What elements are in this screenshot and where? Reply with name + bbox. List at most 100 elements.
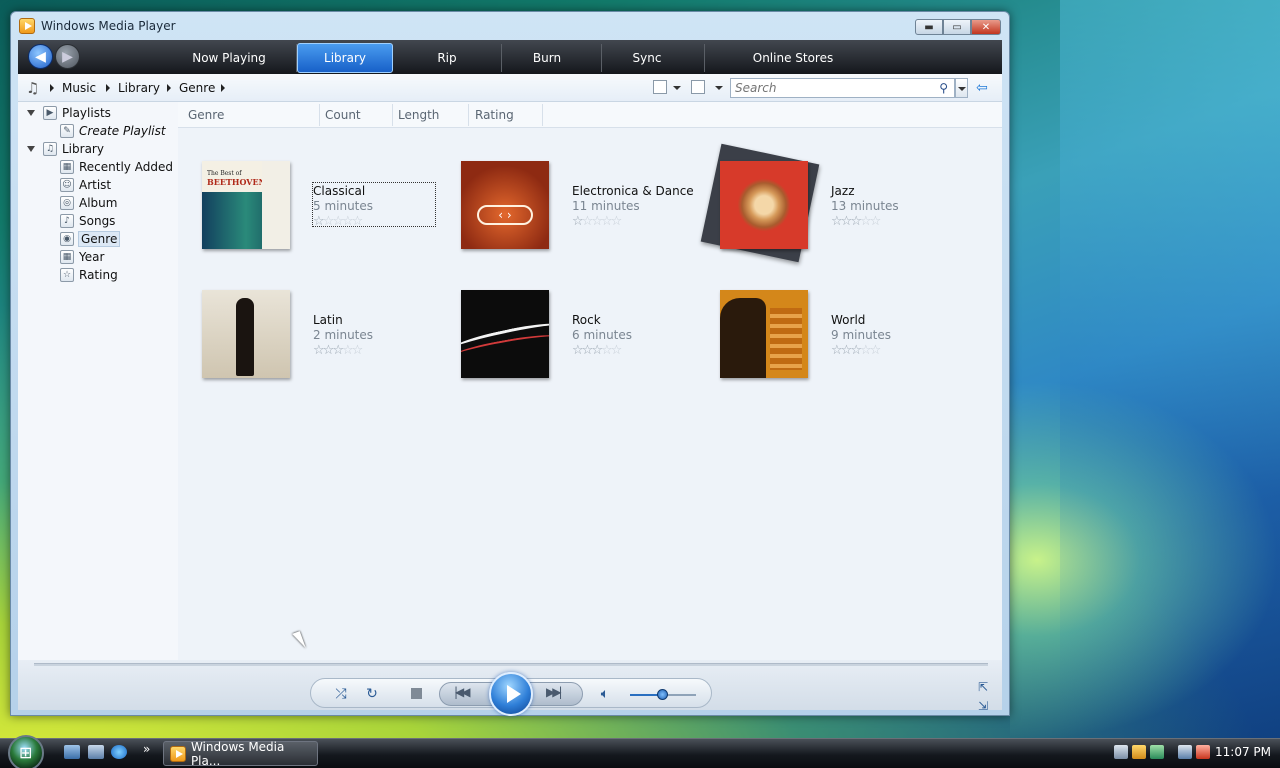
minimize-button[interactable]: ▬ <box>915 19 943 35</box>
column-genre[interactable]: Genre <box>188 108 224 122</box>
taskbar-media-player-button[interactable]: Windows Media Pla... <box>163 740 318 768</box>
tree-item-recently-added[interactable]: ▦ Recently Added <box>60 158 173 176</box>
tray-app-icon[interactable] <box>1150 745 1164 759</box>
switch-windows-icon[interactable] <box>88 745 104 759</box>
star-icon[interactable]: ☆ <box>582 343 594 358</box>
star-icon[interactable]: ☆ <box>850 214 862 229</box>
star-icon[interactable]: ☆ <box>352 343 364 358</box>
album-art-world[interactable] <box>720 290 808 378</box>
album-art-jazz[interactable] <box>720 161 808 249</box>
rating-stars[interactable]: ☆☆☆☆☆ <box>831 214 882 229</box>
title-bar[interactable]: Windows Media Player ▬ ▭ ✕ <box>11 12 1009 40</box>
column-length[interactable]: Length <box>398 108 439 122</box>
tree-item-album[interactable]: ◎ Album <box>60 194 117 212</box>
breadcrumb-arrow-icon[interactable] <box>167 84 171 92</box>
star-icon[interactable]: ☆ <box>332 343 344 358</box>
column-separator[interactable] <box>392 104 393 126</box>
star-icon[interactable]: ☆ <box>323 214 335 229</box>
star-icon[interactable]: ☆ <box>352 214 364 229</box>
layout-options-icon[interactable] <box>691 80 705 94</box>
column-separator[interactable] <box>542 104 543 126</box>
genre-tile-electronica-dance[interactable]: ‹ › Electronica & Dance 11 minutes ☆☆☆☆☆ <box>461 161 701 251</box>
view-options-dropdown-icon[interactable] <box>673 86 681 90</box>
start-button[interactable] <box>8 735 44 768</box>
star-icon[interactable]: ☆ <box>870 343 882 358</box>
tree-create-playlist[interactable]: ✎ Create Playlist <box>60 122 166 140</box>
forward-button[interactable]: ▶ <box>55 44 80 69</box>
genre-tile-jazz[interactable]: Jazz 13 minutes ☆☆☆☆☆ <box>700 143 960 263</box>
star-icon[interactable]: ☆ <box>342 214 354 229</box>
genre-tile-rock[interactable]: Rock 6 minutes ☆☆☆☆☆ <box>461 290 701 380</box>
stop-button[interactable] <box>411 688 422 699</box>
search-input[interactable] <box>735 79 930 97</box>
shuffle-icon[interactable]: ⤮ <box>331 685 351 703</box>
layout-options-dropdown-icon[interactable] <box>715 86 723 90</box>
star-icon[interactable]: ☆ <box>572 343 584 358</box>
star-icon[interactable]: ☆ <box>591 343 603 358</box>
star-icon[interactable]: ☆ <box>332 214 344 229</box>
maximize-button[interactable]: ▭ <box>943 19 971 35</box>
breadcrumb-library[interactable]: Library <box>118 81 160 95</box>
rating-stars[interactable]: ☆☆☆☆☆ <box>572 214 623 229</box>
breadcrumb-arrow-icon[interactable] <box>106 84 110 92</box>
column-separator[interactable] <box>468 104 469 126</box>
star-icon[interactable]: ☆ <box>831 343 843 358</box>
genre-tile-classical[interactable]: The Best of BEETHOVEN Classical 5 minute… <box>202 161 442 251</box>
show-desktop-icon[interactable] <box>64 745 80 759</box>
tree-item-artist[interactable]: ☺ Artist <box>60 176 111 194</box>
star-icon[interactable]: ☆ <box>572 214 584 229</box>
breadcrumb-arrow-icon[interactable] <box>221 84 225 92</box>
volume-speaker-icon[interactable]: 🔈︎ <box>595 685 615 703</box>
tree-playlists[interactable]: ▶ Playlists <box>27 104 111 122</box>
collapse-triangle-icon[interactable] <box>27 110 35 116</box>
repeat-icon[interactable]: ↻ <box>362 685 382 703</box>
tab-burn[interactable]: Burn <box>508 43 586 73</box>
search-icon[interactable]: ⚲ <box>939 81 948 95</box>
album-art-electronica-dance[interactable]: ‹ › <box>461 161 549 249</box>
seek-bar[interactable] <box>34 663 988 666</box>
rating-stars[interactable]: ☆☆☆☆☆ <box>572 343 622 358</box>
star-icon[interactable]: ☆ <box>582 214 594 229</box>
view-options-icon[interactable] <box>653 80 667 94</box>
star-icon[interactable]: ☆ <box>860 343 872 358</box>
star-icon[interactable]: ☆ <box>841 343 853 358</box>
close-button[interactable]: ✕ <box>971 19 1001 35</box>
star-icon[interactable]: ☆ <box>323 343 335 358</box>
tray-volume-muted-icon[interactable] <box>1196 745 1210 759</box>
star-icon[interactable]: ☆ <box>850 343 862 358</box>
column-count[interactable]: Count <box>325 108 361 122</box>
breadcrumb-genre[interactable]: Genre <box>179 81 215 95</box>
star-icon[interactable]: ☆ <box>601 214 613 229</box>
search-dropdown-button[interactable] <box>955 78 968 98</box>
tree-item-rating[interactable]: ☆ Rating <box>60 266 118 284</box>
star-icon[interactable]: ☆ <box>591 214 603 229</box>
tab-now-playing[interactable]: Now Playing <box>178 43 280 73</box>
tray-network-icon[interactable] <box>1114 745 1128 759</box>
tab-sync[interactable]: Sync <box>608 43 686 73</box>
tree-item-genre[interactable]: ◉ Genre <box>60 230 121 248</box>
star-icon[interactable]: ☆ <box>870 214 882 229</box>
tree-item-year[interactable]: ▦ Year <box>60 248 104 266</box>
star-icon[interactable]: ☆ <box>611 214 623 229</box>
collapse-triangle-icon[interactable] <box>27 146 35 152</box>
previous-track-icon[interactable]: |◀◀ <box>454 685 470 699</box>
star-icon[interactable]: ☆ <box>860 214 872 229</box>
album-art-classical[interactable]: The Best of BEETHOVEN <box>202 161 290 249</box>
breadcrumb-arrow-icon[interactable] <box>50 84 54 92</box>
volume-slider-thumb[interactable] <box>657 689 668 700</box>
internet-explorer-icon[interactable] <box>111 745 127 759</box>
switch-to-skin-mode-icon[interactable]: ⇲ <box>978 699 988 713</box>
star-icon[interactable]: ☆ <box>313 214 325 229</box>
rating-stars[interactable]: ☆☆☆☆☆ <box>313 214 364 229</box>
back-button[interactable]: ◀ <box>28 44 53 69</box>
next-track-icon[interactable]: ▶▶| <box>546 685 562 699</box>
star-icon[interactable]: ☆ <box>841 214 853 229</box>
column-separator[interactable] <box>319 104 320 126</box>
switch-to-now-playing-icon[interactable]: ⇱ <box>978 680 988 694</box>
rating-stars[interactable]: ☆☆☆☆☆ <box>313 343 364 358</box>
tray-connection-icon[interactable] <box>1178 745 1192 759</box>
quick-launch-more-icon[interactable]: » <box>143 742 150 756</box>
genre-tile-latin[interactable]: Latin 2 minutes ☆☆☆☆☆ <box>202 290 442 380</box>
star-icon[interactable]: ☆ <box>342 343 354 358</box>
star-icon[interactable]: ☆ <box>831 214 843 229</box>
